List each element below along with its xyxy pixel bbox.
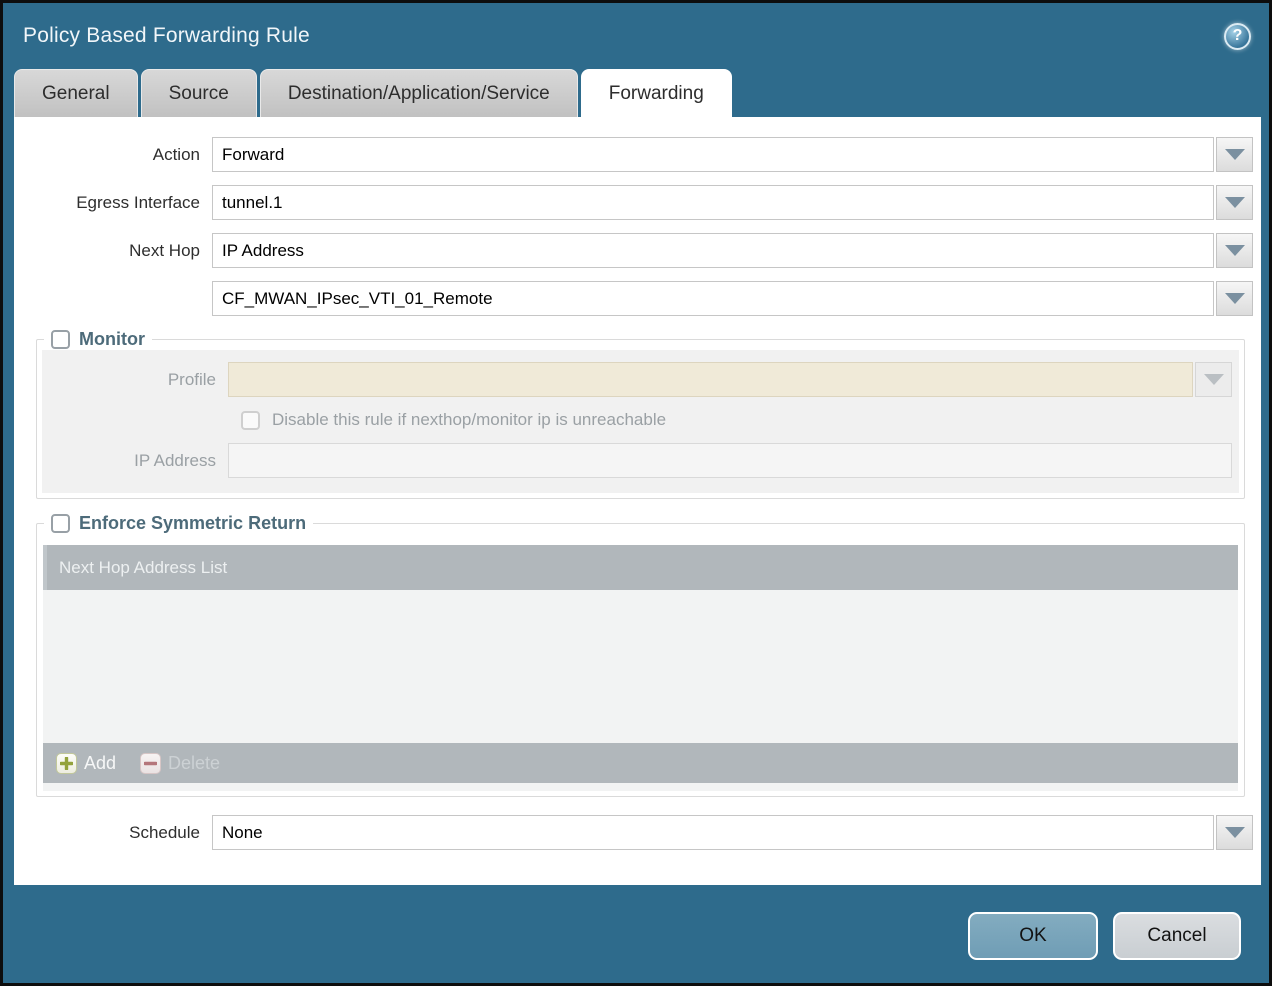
egress-interface-label: Egress Interface xyxy=(14,193,212,213)
monitor-ip-combo xyxy=(228,443,1232,478)
action-dropdown-button[interactable] xyxy=(1216,137,1253,172)
tab-source[interactable]: Source xyxy=(141,69,257,117)
cancel-button[interactable]: Cancel xyxy=(1113,912,1241,960)
next-hop-type-combo xyxy=(212,233,1253,268)
monitor-ip-label: IP Address xyxy=(42,451,228,471)
schedule-row: Schedule xyxy=(14,815,1253,850)
symmetric-return-title: Enforce Symmetric Return xyxy=(79,513,306,534)
action-row: Action xyxy=(14,137,1253,172)
chevron-down-icon xyxy=(1225,197,1245,208)
next-hop-type-dropdown-button[interactable] xyxy=(1216,233,1253,268)
symmetric-return-fieldset: Enforce Symmetric Return Next Hop Addres… xyxy=(36,513,1245,797)
dialog-footer: OK Cancel xyxy=(3,885,1269,960)
delete-button-label: Delete xyxy=(168,753,220,774)
disable-rule-label: Disable this rule if nexthop/monitor ip … xyxy=(272,410,666,430)
pbf-rule-dialog: { "dialog": { "title": "Policy Based For… xyxy=(0,0,1272,986)
monitor-title: Monitor xyxy=(79,329,145,350)
tab-destination-application-service[interactable]: Destination/Application/Service xyxy=(260,69,578,117)
dialog-titlebar: Policy Based Forwarding Rule ? xyxy=(3,3,1269,69)
next-hop-address-input[interactable] xyxy=(212,281,1214,316)
next-hop-row: Next Hop xyxy=(14,233,1253,268)
monitor-legend: Monitor xyxy=(44,329,152,350)
table-toolbar: Add Delete xyxy=(43,743,1238,783)
symmetric-return-legend: Enforce Symmetric Return xyxy=(44,513,313,534)
profile-input xyxy=(228,362,1193,397)
next-hop-label: Next Hop xyxy=(14,241,212,261)
schedule-dropdown-button[interactable] xyxy=(1216,815,1253,850)
minus-icon xyxy=(140,753,161,774)
action-input[interactable] xyxy=(212,137,1214,172)
next-hop-address-dropdown-button[interactable] xyxy=(1216,281,1253,316)
profile-dropdown-button xyxy=(1195,362,1232,397)
delete-button: Delete xyxy=(140,753,220,774)
dialog-title: Policy Based Forwarding Rule xyxy=(23,24,310,48)
next-hop-address-table: Next Hop Address List Add Delete xyxy=(43,545,1238,791)
schedule-input[interactable] xyxy=(212,815,1214,850)
table-bottom-strip xyxy=(43,783,1238,791)
schedule-label: Schedule xyxy=(14,823,212,843)
plus-icon xyxy=(56,753,77,774)
egress-interface-combo xyxy=(212,185,1253,220)
disable-rule-row: Disable this rule if nexthop/monitor ip … xyxy=(241,410,1239,430)
ok-button[interactable]: OK xyxy=(968,912,1098,960)
symmetric-return-checkbox[interactable] xyxy=(51,514,70,533)
schedule-combo xyxy=(212,815,1253,850)
monitor-ip-input xyxy=(228,443,1232,478)
egress-interface-dropdown-button[interactable] xyxy=(1216,185,1253,220)
disable-rule-checkbox xyxy=(241,411,260,430)
chevron-down-icon xyxy=(1225,827,1245,838)
chevron-down-icon xyxy=(1225,245,1245,256)
action-combo xyxy=(212,137,1253,172)
egress-interface-row: Egress Interface xyxy=(14,185,1253,220)
tab-bar: General Source Destination/Application/S… xyxy=(3,69,1269,117)
egress-interface-input[interactable] xyxy=(212,185,1214,220)
add-button[interactable]: Add xyxy=(56,753,116,774)
action-label: Action xyxy=(14,145,212,165)
monitor-ip-row: IP Address xyxy=(42,443,1239,478)
profile-combo xyxy=(228,362,1232,397)
table-header: Next Hop Address List xyxy=(43,545,1238,590)
profile-row: Profile xyxy=(42,362,1239,397)
tab-forwarding[interactable]: Forwarding xyxy=(581,69,732,117)
profile-label: Profile xyxy=(42,370,228,390)
next-hop-type-input[interactable] xyxy=(212,233,1214,268)
next-hop-address-row xyxy=(14,281,1253,316)
chevron-down-icon xyxy=(1225,149,1245,160)
tab-general[interactable]: General xyxy=(14,69,138,117)
table-body xyxy=(43,590,1238,743)
monitor-checkbox[interactable] xyxy=(51,330,70,349)
chevron-down-icon xyxy=(1225,293,1245,304)
add-button-label: Add xyxy=(84,753,116,774)
forwarding-tab-panel: Action Egress Interface Next Hop xyxy=(14,117,1261,885)
table-header-label: Next Hop Address List xyxy=(59,558,227,578)
next-hop-address-combo xyxy=(212,281,1253,316)
monitor-fieldset: Monitor Profile Disable this rule if nex… xyxy=(36,329,1245,499)
monitor-body: Profile Disable this rule if nexthop/mon… xyxy=(42,350,1239,493)
chevron-down-icon xyxy=(1204,374,1224,385)
help-icon[interactable]: ? xyxy=(1224,23,1251,50)
